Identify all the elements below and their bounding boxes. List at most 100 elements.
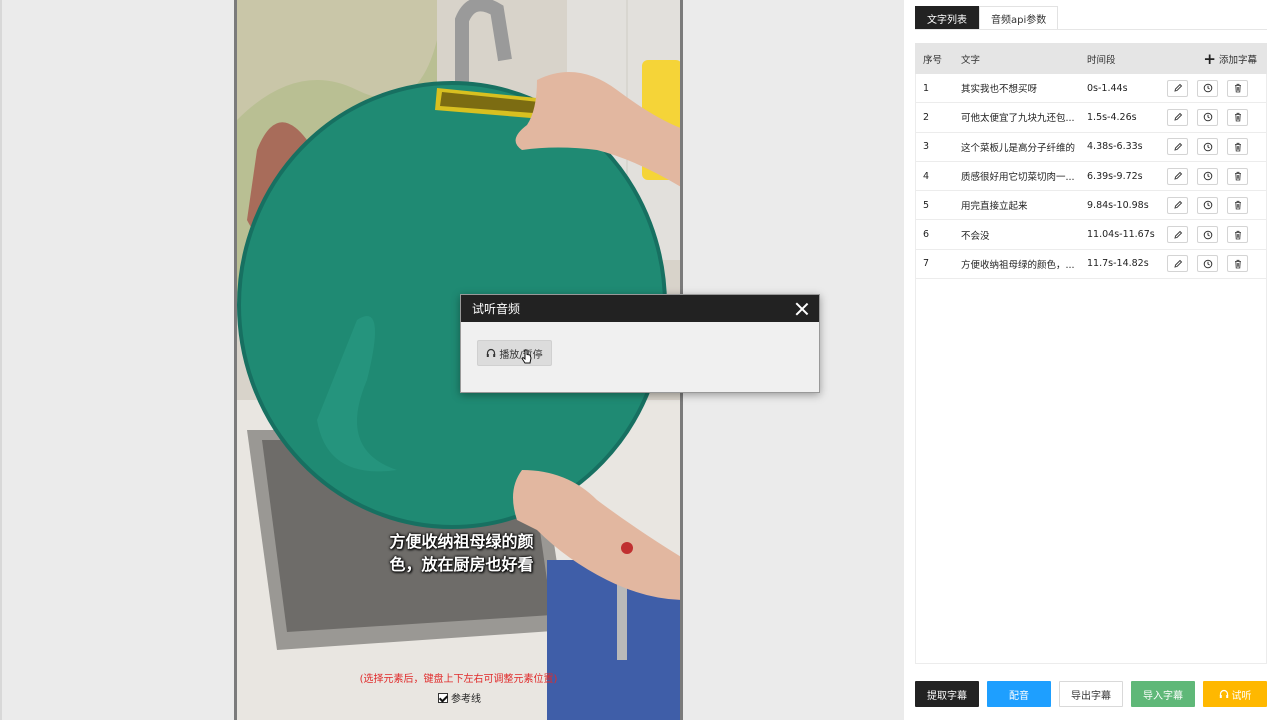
refline-toggle[interactable]: 参考线 (438, 690, 481, 705)
header-time: 时间段 (1087, 54, 1116, 66)
row-actions (1167, 138, 1267, 156)
play-pause-button[interactable]: 播放/暂停 (477, 340, 552, 366)
delete-button[interactable] (1227, 108, 1248, 126)
table-header: 序号 文字 时间段 + 添加字幕 (915, 43, 1267, 74)
table-row[interactable]: 5 用完直接立起来 9.84s-10.98s (915, 191, 1267, 221)
headphones-icon (487, 348, 496, 357)
row-time: 4.38s-6.33s (1087, 141, 1143, 153)
delete-button[interactable] (1227, 167, 1248, 185)
edit-icon (1173, 200, 1183, 210)
delete-button[interactable] (1227, 138, 1248, 156)
edit-button[interactable] (1167, 108, 1188, 126)
row-time: 0s-1.44s (1087, 82, 1128, 94)
audio-preview-dialog: 试听音频 播放/暂停 (460, 294, 820, 393)
footer-actions: 提取字幕 配音 导出字幕 导入字幕 试听 (915, 681, 1267, 707)
row-actions (1167, 196, 1267, 214)
row-text: 这个菜板儿是高分子纤维的 (961, 142, 1076, 154)
row-index: 7 (923, 258, 930, 270)
row-time: 11.7s-14.82s (1087, 258, 1149, 270)
row-time: 9.84s-10.98s (1087, 199, 1149, 211)
row-index: 2 (923, 111, 930, 123)
clock-icon (1203, 200, 1213, 210)
table-row[interactable]: 7 方便收纳祖母绿的颜色，... 11.7s-14.82s (915, 250, 1267, 280)
edit-icon (1173, 171, 1183, 181)
delete-button[interactable] (1227, 255, 1248, 273)
edit-icon (1173, 112, 1183, 122)
table-row[interactable]: 3 这个菜板儿是高分子纤维的 4.38s-6.33s (915, 133, 1267, 162)
trash-icon (1233, 142, 1243, 152)
trash-icon (1233, 112, 1243, 122)
row-index: 4 (923, 170, 930, 182)
subtitle-line-2: 色，放在厨房也好看 (389, 555, 534, 574)
row-text: 其实我也不想买呀 (961, 84, 1038, 96)
timing-button[interactable] (1197, 255, 1218, 273)
refline-checkbox[interactable] (438, 692, 448, 703)
timing-button[interactable] (1197, 108, 1218, 126)
add-subtitle-label: 添加字幕 (1218, 54, 1257, 66)
tab-text-list[interactable]: 文字列表 (915, 6, 979, 30)
subtitle-line-1: 方便收纳祖母绿的颜 (389, 532, 534, 551)
dialog-header: 试听音频 (461, 295, 819, 322)
trash-icon (1233, 171, 1243, 181)
table-row[interactable]: 1 其实我也不想买呀 0s-1.44s (915, 74, 1267, 104)
row-index: 5 (923, 199, 930, 211)
timing-button[interactable] (1197, 167, 1218, 185)
subtitle-panel: 文字列表 音频api参数 序号 文字 时间段 + 添加字幕 1 其实我也不想买呀 0… (904, 0, 1280, 720)
dub-button[interactable]: 配音 (987, 681, 1051, 707)
header-text: 文字 (961, 54, 981, 66)
timing-button[interactable] (1197, 79, 1218, 97)
tab-audio-api-params[interactable]: 音频api参数 (979, 6, 1059, 30)
edit-icon (1173, 230, 1183, 240)
tab-divider (915, 29, 1267, 30)
table-row[interactable]: 6 不会没 11.04s-11.67s (915, 220, 1267, 250)
row-time: 1.5s-4.26s (1087, 111, 1137, 123)
clock-icon (1203, 171, 1213, 181)
headphones-icon (1219, 689, 1228, 698)
row-actions (1167, 255, 1267, 273)
clock-icon (1203, 230, 1213, 240)
edit-button[interactable] (1167, 138, 1188, 156)
row-text: 用完直接立起来 (961, 201, 1028, 213)
extract-subtitles-button[interactable]: 提取字幕 (915, 681, 979, 707)
edit-button[interactable] (1167, 226, 1188, 244)
edit-button[interactable] (1167, 255, 1188, 273)
listen-label: 试听 (1231, 690, 1252, 702)
export-subtitles-button[interactable]: 导出字幕 (1059, 681, 1123, 707)
import-subtitles-button[interactable]: 导入字幕 (1131, 681, 1195, 707)
delete-button[interactable] (1227, 196, 1248, 214)
dialog-title: 试听音频 (472, 302, 521, 316)
table-row[interactable]: 4 质感很好用它切菜切肉一... 6.39s-9.72s (915, 162, 1267, 192)
panel-tabs: 文字列表 音频api参数 (915, 6, 1059, 30)
header-index: 序号 (923, 54, 943, 66)
subtitle-overlay[interactable]: 方便收纳祖母绿的颜 色，放在厨房也好看 (237, 530, 680, 576)
edit-icon (1173, 142, 1183, 152)
edit-button[interactable] (1167, 79, 1188, 97)
row-index: 3 (923, 141, 930, 153)
listen-button[interactable]: 试听 (1203, 681, 1267, 707)
row-text: 质感很好用它切菜切肉一... (961, 172, 1075, 184)
row-actions (1167, 79, 1267, 97)
trash-icon (1233, 259, 1243, 269)
table-row[interactable]: 2 可他太便宜了九块九还包... 1.5s-4.26s (915, 103, 1267, 133)
clock-icon (1203, 259, 1213, 269)
row-text: 方便收纳祖母绿的颜色，... (961, 259, 1075, 271)
delete-button[interactable] (1227, 79, 1248, 97)
row-actions (1167, 167, 1267, 185)
trash-icon (1233, 200, 1243, 210)
edit-button[interactable] (1167, 196, 1188, 214)
trash-icon (1233, 230, 1243, 240)
close-icon[interactable] (795, 302, 809, 316)
edit-button[interactable] (1167, 167, 1188, 185)
clock-icon (1203, 112, 1213, 122)
timing-button[interactable] (1197, 226, 1218, 244)
timing-button[interactable] (1197, 196, 1218, 214)
row-actions (1167, 226, 1267, 244)
timing-button[interactable] (1197, 138, 1218, 156)
row-index: 6 (923, 229, 930, 241)
clock-icon (1203, 142, 1213, 152)
delete-button[interactable] (1227, 226, 1248, 244)
add-subtitle-button[interactable]: + 添加字幕 (1167, 51, 1267, 66)
row-actions (1167, 108, 1267, 126)
mouse-pointer-icon (521, 349, 532, 364)
clock-icon (1203, 83, 1213, 93)
